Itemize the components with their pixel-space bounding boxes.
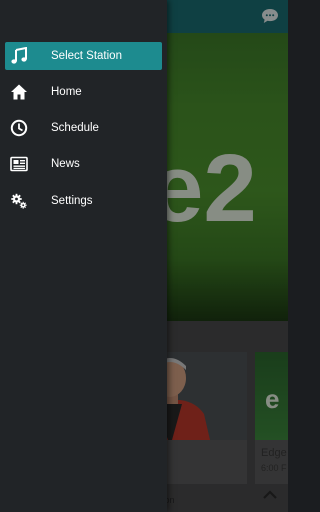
nav-item-settings[interactable]: Settings [5,187,162,215]
clock-icon [9,118,29,138]
music-note-icon [9,46,29,66]
nav-item-news[interactable]: News [5,150,162,178]
nav-item-label: News [51,158,80,170]
nav-item-select-station[interactable]: Select Station [5,42,162,70]
nav-item-label: Settings [51,195,93,207]
nav-item-label: Schedule [51,122,99,134]
nav-item-home[interactable]: Home [5,78,162,106]
gears-icon [9,191,29,211]
nav-item-label: Select Station [51,50,122,62]
home-icon [9,82,29,102]
nav-item-schedule[interactable]: Schedule [5,114,162,142]
navigation-drawer: Select Station Home Schedule News Settin… [0,0,167,512]
newspaper-icon [9,154,29,174]
nav-item-label: Home [51,86,82,98]
